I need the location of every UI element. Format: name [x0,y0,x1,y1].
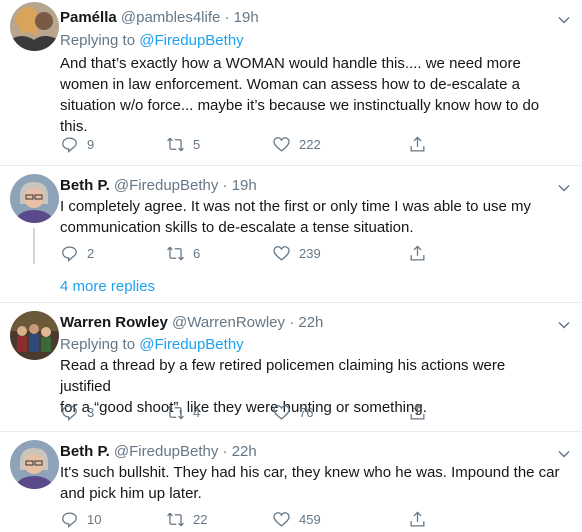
share-button[interactable] [408,244,435,263]
reply-count: 10 [87,512,102,527]
like-count: 222 [299,137,321,152]
tweet-actions: 9 5 222 [60,135,500,155]
share-button[interactable] [408,135,435,154]
reply-icon [62,137,77,154]
timestamp[interactable]: · 22h [289,314,323,331]
reply-count: 3 [87,405,95,420]
chevron-down-icon[interactable] [558,182,570,194]
avatar[interactable] [10,440,59,489]
timestamp[interactable]: · 22h [223,443,257,460]
share-icon [410,136,425,152]
author-handle[interactable]: @FiredupBethy [114,177,218,194]
reply-count: 2 [87,246,95,261]
tweet[interactable]: Beth P. @FiredupBethy · 22h It's such bu… [0,432,582,532]
replying-to-link[interactable]: @FiredupBethy [139,336,243,353]
reply-button[interactable]: 2 [60,244,94,263]
reply-icon [62,512,77,529]
tweet[interactable]: Warren Rowley @WarrenRowley · 22h Replyi… [0,303,582,431]
author-handle[interactable]: @FiredupBethy [114,443,218,460]
like-count: 459 [299,512,321,527]
tweet-actions: 3 4 76 [60,403,500,423]
reply-icon [62,246,77,263]
tweet[interactable]: Pamélla @pambles4life · 19h Replying to … [0,0,582,165]
timestamp[interactable]: · 19h [223,177,257,194]
retweet-button[interactable]: 22 [166,510,207,529]
retweet-count: 5 [193,137,201,152]
heart-icon [273,405,290,420]
retweet-icon [167,137,184,152]
retweet-button[interactable]: 6 [166,244,200,263]
tweet-actions: 10 22 459 [60,510,500,530]
retweet-count: 4 [193,405,201,420]
reply-button[interactable]: 9 [60,135,94,154]
reply-icon [62,405,77,422]
timestamp[interactable]: · 19h [225,9,259,26]
author-handle[interactable]: @pambles4life [121,9,220,26]
thread-line [33,228,35,264]
retweet-button[interactable]: 4 [166,403,200,422]
reply-count: 9 [87,137,95,152]
avatar[interactable] [10,311,59,360]
more-replies-link[interactable]: 4 more replies [60,278,155,295]
share-icon [410,245,425,261]
share-button[interactable] [408,510,435,529]
author-name[interactable]: Beth P. [60,443,110,460]
tweet-actions: 2 6 239 [60,244,500,264]
like-button[interactable]: 222 [272,135,321,154]
retweet-count: 22 [193,512,208,527]
retweet-icon [167,246,184,261]
like-button[interactable]: 76 [272,403,313,422]
chevron-down-icon[interactable] [558,319,570,331]
share-button[interactable] [408,403,435,422]
chevron-down-icon[interactable] [558,448,570,460]
replying-to: Replying to @FiredupBethy [60,32,244,49]
heart-icon [273,137,290,152]
tweet-text: It's such bullshit. They had his car, th… [60,464,560,502]
author-name[interactable]: Warren Rowley [60,314,168,331]
like-button[interactable]: 459 [272,510,321,529]
share-icon [410,511,425,527]
replying-to-link[interactable]: @FiredupBethy [139,32,243,49]
like-count: 76 [299,405,314,420]
tweet-text: I completely agree. It was not the first… [60,198,532,236]
avatar[interactable] [10,174,59,223]
replying-to: Replying to @FiredupBethy [60,336,244,353]
retweet-count: 6 [193,246,201,261]
avatar[interactable] [10,2,59,51]
author-handle[interactable]: @WarrenRowley [172,314,285,331]
chevron-down-icon[interactable] [558,14,570,26]
retweet-icon [167,512,184,527]
like-button[interactable]: 239 [272,244,321,263]
author-name[interactable]: Beth P. [60,177,110,194]
like-count: 239 [299,246,321,261]
reply-button[interactable]: 10 [60,510,101,529]
retweet-icon [167,405,184,420]
share-icon [410,404,425,420]
heart-icon [273,246,290,261]
reply-button[interactable]: 3 [60,403,94,422]
author-name[interactable]: Pamélla [60,9,117,26]
tweet[interactable]: Beth P. @FiredupBethy · 19h I completely… [0,166,582,264]
tweet-text: And that’s exactly how a WOMAN would han… [60,55,540,135]
retweet-button[interactable]: 5 [166,135,200,154]
heart-icon [273,512,290,527]
